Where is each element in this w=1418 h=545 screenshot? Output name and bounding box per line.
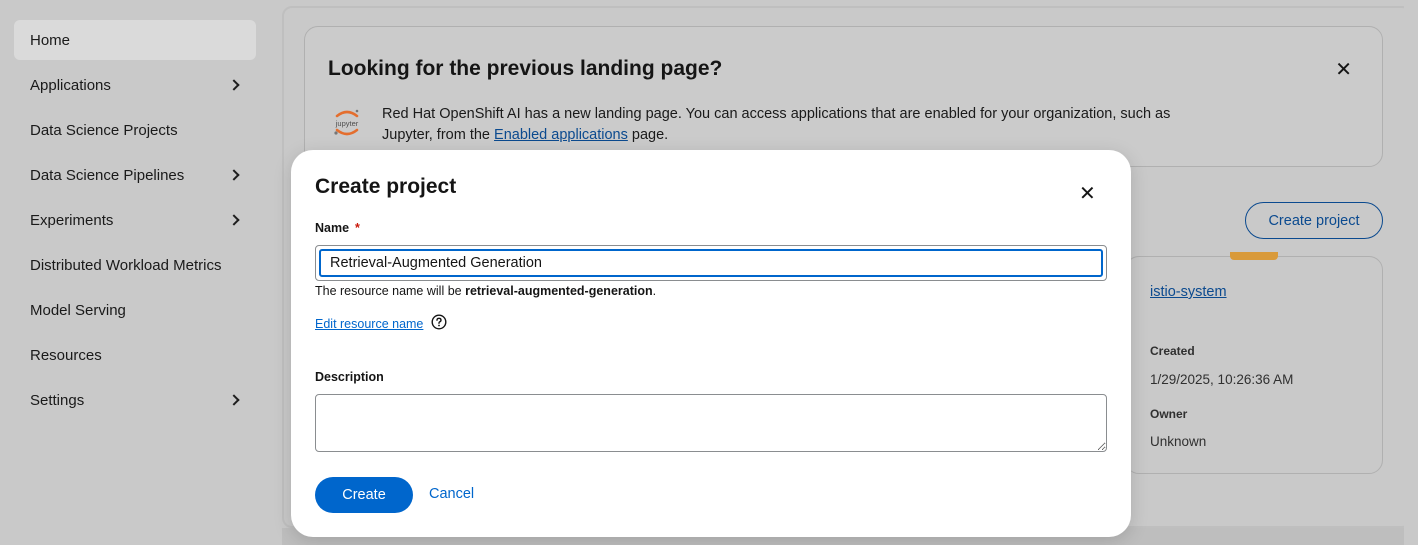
created-value: 1/29/2025, 10:26:36 AM (1150, 372, 1294, 387)
jupyter-logo-icon: jupyter (334, 109, 359, 136)
help-circle-icon[interactable] (431, 314, 447, 330)
sidebar-item-label: Data Science Pipelines (30, 166, 185, 184)
sidebar-item-data-science-projects[interactable]: Data Science Projects (14, 110, 256, 150)
project-name-link[interactable]: istio-system (1150, 284, 1227, 300)
sidebar-item-label: Resources (30, 346, 102, 364)
chevron-right-icon (228, 394, 240, 406)
chevron-right-icon (228, 214, 240, 226)
description-label: Description (315, 370, 384, 384)
name-label: Name * (315, 221, 360, 235)
close-icon[interactable]: ✕ (1079, 181, 1096, 206)
chevron-right-icon (228, 79, 240, 91)
sidebar-item-resources[interactable]: Resources (14, 335, 256, 375)
sidebar: Home Applications Data Science Projects … (0, 0, 270, 545)
sidebar-item-label: Model Serving (30, 301, 126, 319)
banner-title: Looking for the previous landing page? (328, 57, 723, 80)
edit-resource-name-link[interactable]: Edit resource name (315, 317, 423, 331)
description-textarea[interactable] (315, 394, 1107, 452)
cancel-button[interactable]: Cancel (429, 486, 474, 502)
create-button[interactable]: Create (315, 477, 413, 513)
card-accent-tab (1230, 252, 1278, 260)
owner-value: Unknown (1150, 434, 1207, 449)
banner-description: Red Hat OpenShift AI has a new landing p… (382, 106, 1171, 143)
sidebar-item-model-serving[interactable]: Model Serving (14, 290, 256, 330)
owner-label: Owner (1150, 407, 1188, 421)
enabled-applications-link[interactable]: Enabled applications (494, 127, 628, 143)
sidebar-item-label: Settings (30, 391, 85, 409)
sidebar-item-label: Distributed Workload Metrics (30, 256, 222, 274)
sidebar-item-home[interactable]: Home (14, 20, 256, 60)
right-margin (1404, 0, 1418, 545)
close-icon[interactable]: ✕ (1335, 57, 1352, 82)
name-input[interactable] (319, 249, 1103, 277)
sidebar-item-label: Experiments (30, 211, 114, 229)
sidebar-item-distributed-workload-metrics[interactable]: Distributed Workload Metrics (14, 245, 256, 285)
create-project-modal: Create project ✕ Name* The resource name… (291, 150, 1131, 537)
resource-name-value: retrieval-augmented-generation (465, 284, 653, 298)
modal-title: Create project (315, 175, 457, 198)
sidebar-item-settings[interactable]: Settings (14, 380, 256, 420)
chevron-right-icon (228, 169, 240, 181)
landing-page-banner: Looking for the previous landing page? ✕… (304, 26, 1383, 167)
sidebar-item-applications[interactable]: Applications (14, 65, 256, 105)
required-indicator: * (355, 221, 360, 235)
sidebar-item-label: Data Science Projects (30, 121, 178, 139)
sidebar-item-label: Home (30, 31, 71, 49)
jupyter-logo-text: jupyter (335, 119, 359, 128)
created-label: Created (1150, 344, 1195, 358)
create-project-button[interactable]: Create project (1245, 202, 1383, 239)
resource-name-helper: The resource name will be retrieval-augm… (315, 284, 657, 298)
sidebar-item-label: Applications (30, 76, 111, 94)
sidebar-item-data-science-pipelines[interactable]: Data Science Pipelines (14, 155, 256, 195)
project-card: istio-system Created 1/29/2025, 10:26:36… (1125, 256, 1383, 474)
name-field-wrapper (315, 245, 1107, 281)
sidebar-item-experiments[interactable]: Experiments (14, 200, 256, 240)
